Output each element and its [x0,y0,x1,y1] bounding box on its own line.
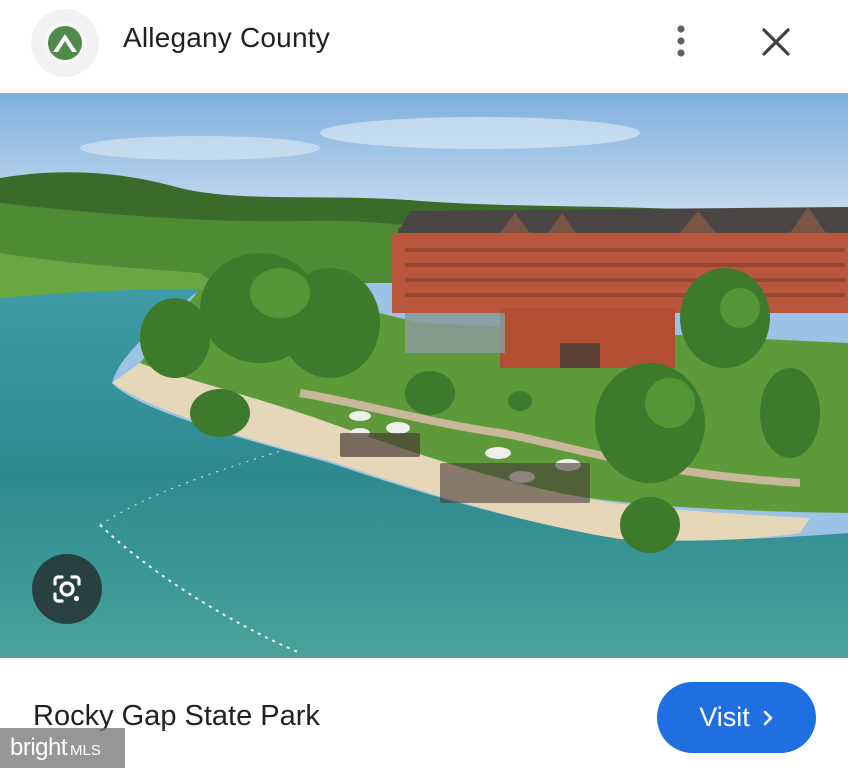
more-options-button[interactable] [664,20,698,62]
more-vert-icon [677,25,685,57]
visit-button-label: Visit [699,702,750,732]
site-logo[interactable] [31,9,99,77]
close-icon [762,28,790,56]
visit-button[interactable]: Visit [657,682,816,753]
watermark-suffix: MLS [70,741,101,759]
chevron-right-icon [763,710,773,725]
visual-search-button[interactable] [32,554,102,624]
watermark-brand: bright [10,734,68,761]
header-bar: Allegany County [0,0,848,93]
google-lens-icon [53,575,81,603]
aerial-photo[interactable] [0,93,848,658]
close-button[interactable] [756,22,796,62]
site-title: Allegany County [123,22,330,53]
mountain-logo-icon [44,22,86,64]
bright-mls-watermark: bright MLS [0,728,125,768]
